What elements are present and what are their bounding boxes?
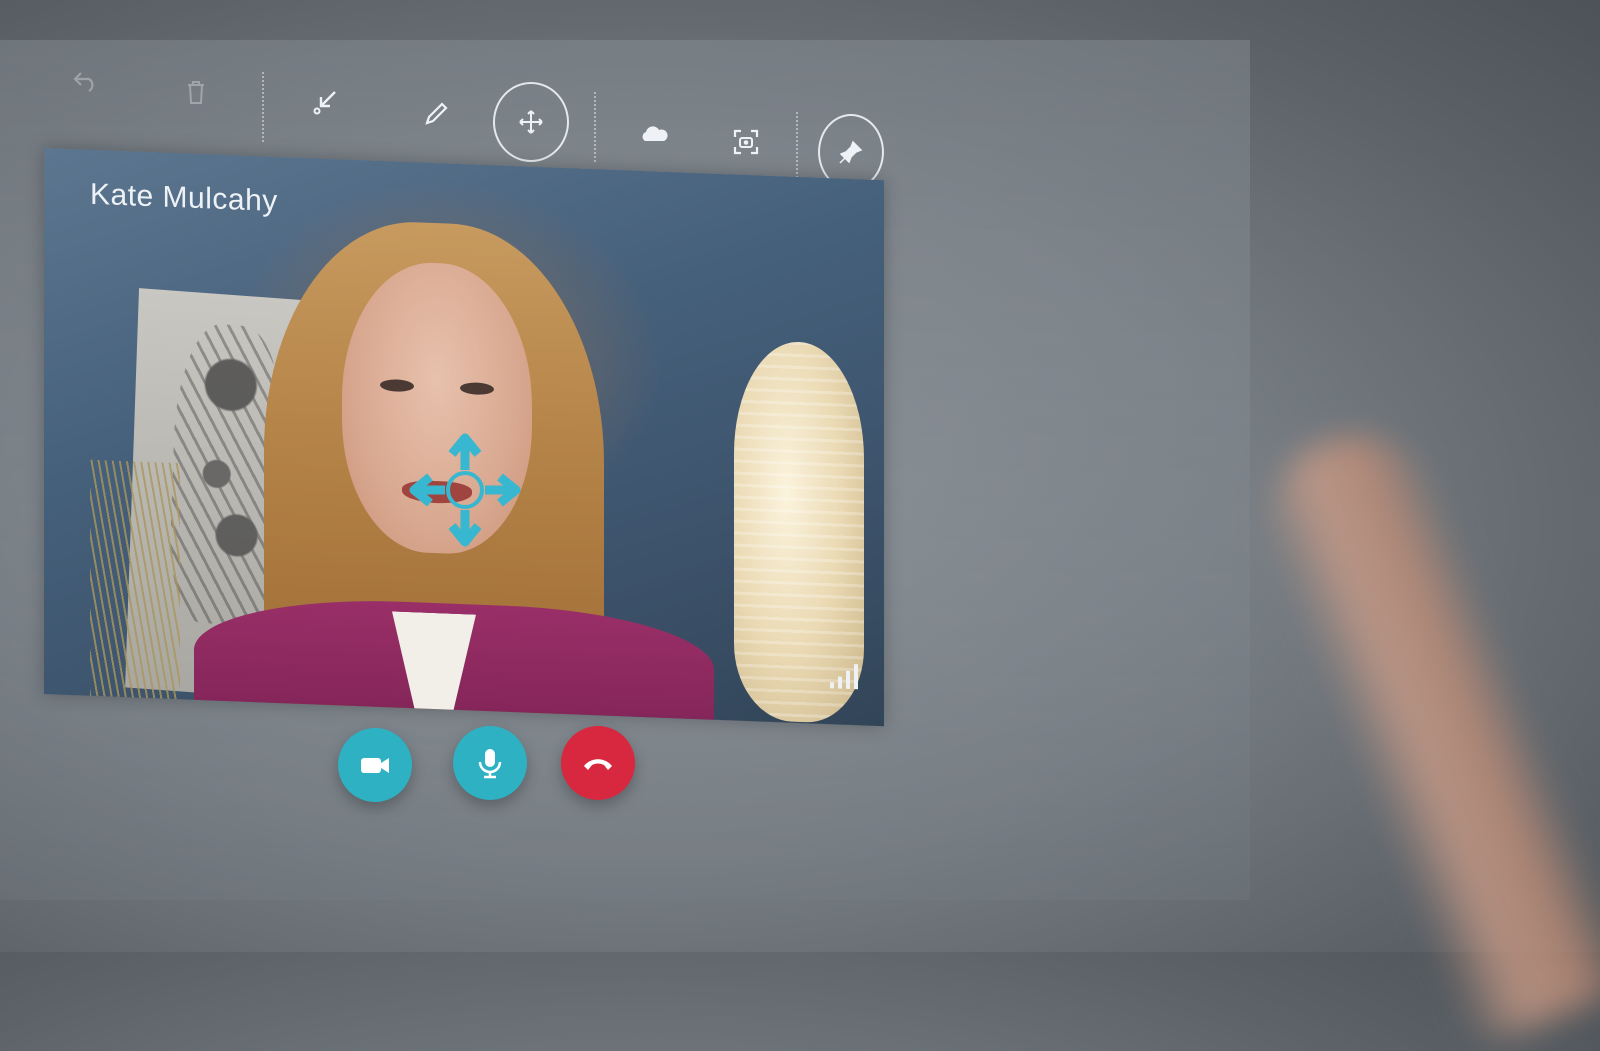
move-icon[interactable] [493,82,569,162]
delete-icon[interactable] [176,70,216,114]
microphone-icon [478,749,502,779]
toolbar-separator [594,92,596,162]
user-finger [1240,408,1600,1051]
video-toggle-button[interactable] [338,728,412,802]
hang-up-icon [584,759,612,770]
end-call-button[interactable] [561,726,635,800]
background-plant [90,459,180,704]
toolbar-separator [262,72,264,142]
mute-button[interactable] [453,726,527,800]
dock-icon[interactable] [304,80,348,124]
toolbar-separator [796,112,798,182]
video-camera-icon [361,758,389,773]
capture-icon[interactable] [724,120,768,164]
signal-bars-icon [828,660,862,691]
move-cursor-icon [400,420,530,550]
undo-icon[interactable] [64,60,108,100]
caller-name: Kate Mulcahy [90,177,278,218]
cloud-icon[interactable] [630,112,678,156]
pen-icon[interactable] [414,92,458,136]
